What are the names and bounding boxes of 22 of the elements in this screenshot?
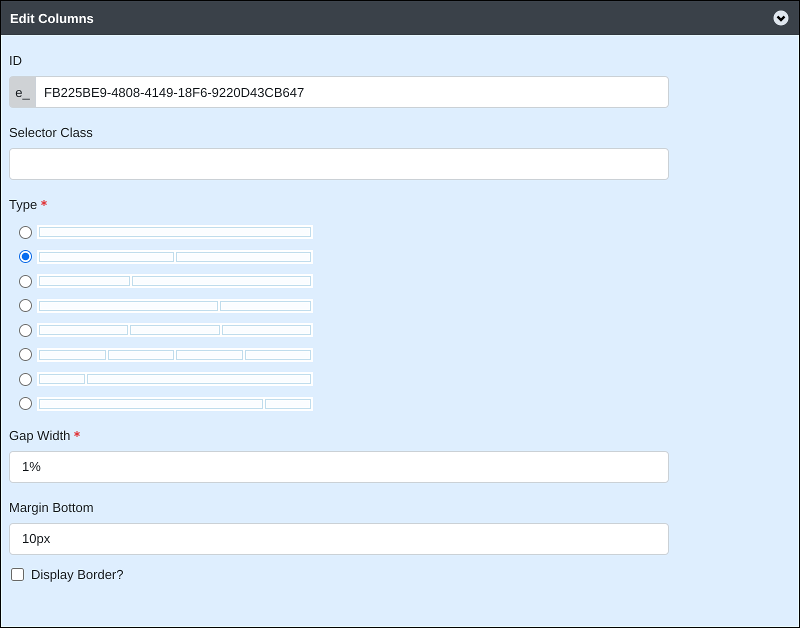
input-field[interactable] bbox=[9, 148, 669, 180]
input-field[interactable]: FB225BE9-4808-4149-18F6-9220D43CB647 bbox=[35, 76, 669, 108]
field-label: Gap Width bbox=[9, 428, 70, 442]
field-label: Selector Class bbox=[9, 125, 93, 140]
field-label: ID bbox=[9, 53, 22, 68]
collapse-icon[interactable] bbox=[773, 10, 789, 26]
checkbox[interactable] bbox=[11, 568, 24, 580]
radio-button[interactable] bbox=[19, 299, 32, 312]
input-prefix: e_ bbox=[9, 76, 35, 108]
field-label: Margin Bottom bbox=[9, 500, 94, 514]
radio-button[interactable] bbox=[19, 274, 32, 288]
radio-button[interactable] bbox=[19, 250, 32, 263]
input-field[interactable]: 10px bbox=[9, 522, 669, 554]
radio-button[interactable] bbox=[19, 372, 32, 386]
radio-button[interactable] bbox=[19, 397, 32, 410]
radio-button[interactable] bbox=[19, 324, 32, 336]
panel-title: Edit Columns bbox=[10, 10, 94, 26]
field-label: Type bbox=[9, 197, 38, 212]
input-field[interactable]: 1% bbox=[9, 450, 669, 482]
radio-button[interactable] bbox=[19, 226, 32, 238]
radio-button[interactable] bbox=[19, 348, 32, 361]
checkbox-label: Display Border? bbox=[31, 566, 124, 582]
